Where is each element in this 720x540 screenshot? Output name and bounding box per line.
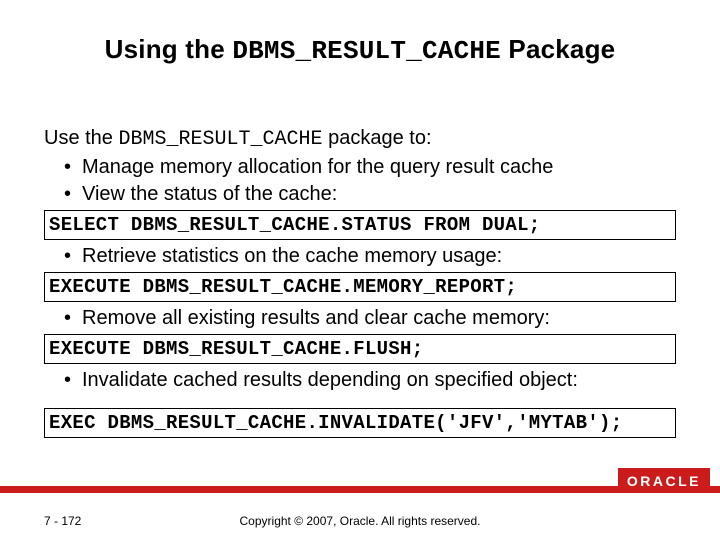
slide: Using the DBMS_RESULT_CACHE Package Use … bbox=[0, 0, 720, 540]
intro-post: package to: bbox=[323, 127, 432, 149]
slide-title: Using the DBMS_RESULT_CACHE Package bbox=[44, 34, 676, 66]
oracle-logo: ORACLE bbox=[618, 468, 710, 492]
code-invalidate: EXEC DBMS_RESULT_CACHE.INVALIDATE('JFV',… bbox=[44, 408, 676, 438]
code-status: SELECT DBMS_RESULT_CACHE.STATUS FROM DUA… bbox=[44, 210, 676, 240]
code-memory-report: EXECUTE DBMS_RESULT_CACHE.MEMORY_REPORT; bbox=[44, 272, 676, 302]
bullet-retrieve-stats: Retrieve statistics on the cache memory … bbox=[64, 244, 676, 270]
copyright-text: Copyright © 2007, Oracle. All rights res… bbox=[0, 514, 720, 528]
title-code: DBMS_RESULT_CACHE bbox=[232, 36, 501, 66]
intro-pre: Use the bbox=[44, 127, 118, 149]
footer-bar bbox=[0, 486, 720, 493]
title-pre: Using the bbox=[105, 34, 233, 64]
bullet-manage-memory: Manage memory allocation for the query r… bbox=[64, 155, 676, 181]
slide-footer: ORACLE 7 - 172 Copyright © 2007, Oracle.… bbox=[0, 486, 720, 540]
bullet-list: Manage memory allocation for the query r… bbox=[44, 155, 676, 208]
bullet-list-3: Remove all existing results and clear ca… bbox=[44, 306, 676, 332]
title-post: Package bbox=[501, 34, 615, 64]
intro-line: Use the DBMS_RESULT_CACHE package to: bbox=[44, 126, 676, 153]
bullet-view-status: View the status of the cache: bbox=[64, 182, 676, 208]
code-flush: EXECUTE DBMS_RESULT_CACHE.FLUSH; bbox=[44, 334, 676, 364]
slide-body: Use the DBMS_RESULT_CACHE package to: Ma… bbox=[44, 126, 676, 438]
bullet-invalidate: Invalidate cached results depending on s… bbox=[64, 368, 676, 394]
intro-code: DBMS_RESULT_CACHE bbox=[118, 128, 322, 151]
bullet-list-4: Invalidate cached results depending on s… bbox=[44, 368, 676, 394]
bullet-list-2: Retrieve statistics on the cache memory … bbox=[44, 244, 676, 270]
bullet-remove-results: Remove all existing results and clear ca… bbox=[64, 306, 676, 332]
